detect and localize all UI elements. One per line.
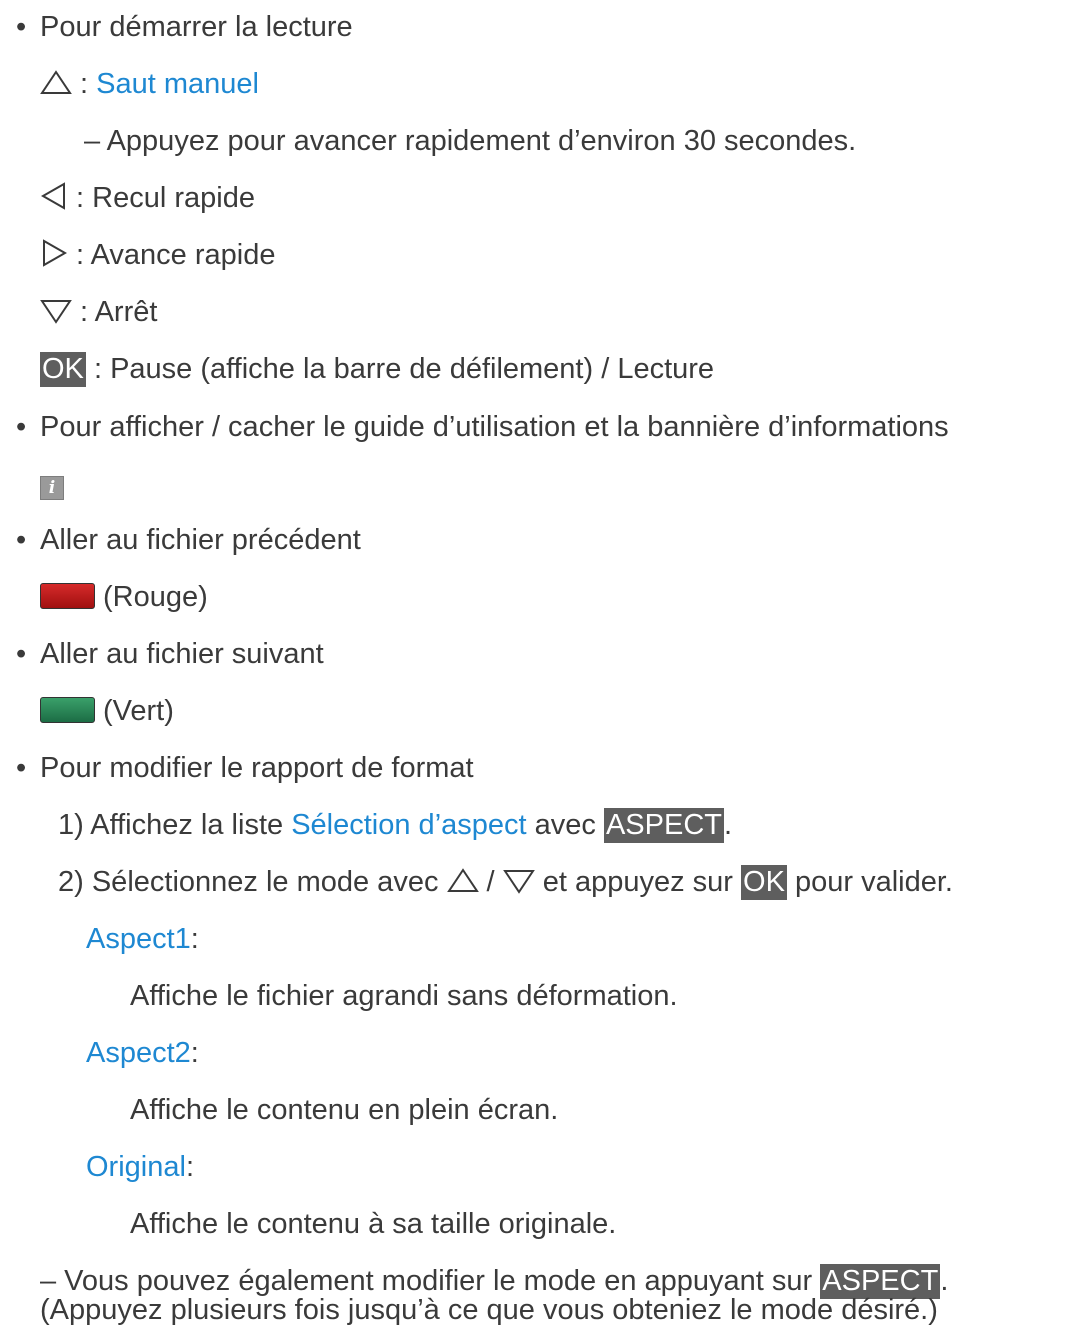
guide-heading: Pour afficher / cacher le guide d’utilis… [40,411,949,443]
aspect-heading: Pour modifier le rapport de format [40,752,474,784]
red-button-icon[interactable] [40,583,95,609]
aspect-key[interactable]: ASPECT [603,808,724,843]
up-sep: : [72,68,97,100]
down-label: : Arrêt [72,296,158,328]
right-label: : Avance rapide [68,239,276,271]
bullet: • [16,524,27,556]
selection-aspect-link[interactable]: Sélection d’aspect [291,809,526,841]
right-row: : Avance rapide [40,236,275,274]
mode-colon: : [190,1037,199,1069]
green-button-icon[interactable] [40,697,95,723]
down-arrow-icon [502,870,535,894]
mode-aspect2-link[interactable]: Aspect2 [86,1037,191,1069]
info-icon[interactable]: i [40,476,64,500]
aspect-step-1: 1) Affichez la liste Sélection d’aspect … [58,806,732,844]
step2-text: 2) Sélectionnez le mode avec [58,866,447,898]
prev-row: (Rouge) [40,578,208,616]
step2-post: pour valider. [786,866,953,898]
step1-post: . [723,809,733,841]
left-arrow-icon [40,182,65,210]
mode-colon: : [190,923,199,955]
up-arrow-icon [446,868,479,892]
left-row: : Recul rapide [40,179,255,217]
up-arrow-icon [40,70,72,94]
mode-name: Original: [86,1148,194,1186]
step1-mid: avec [526,809,604,841]
mode-name: Aspect1: [86,920,199,958]
mode-aspect1-link[interactable]: Aspect1 [86,923,191,955]
mode-name: Aspect2: [86,1034,199,1072]
saut-manuel-link[interactable]: Saut manuel [96,68,259,100]
prev-heading: Aller au fichier précédent [40,524,361,556]
bullet: • [16,11,27,43]
up-row: : Saut manuel [40,65,259,103]
down-arrow-icon [40,300,72,324]
ok-row: OK : Pause (affiche la barre de défileme… [40,350,714,388]
bullet: • [16,411,27,443]
bullet: • [16,752,27,784]
ok-key[interactable]: OK [741,865,787,900]
aspect-note-line2: (Appuyez plusieurs fois jusqu’à ce que v… [40,1294,938,1326]
next-label: (Vert) [103,695,174,727]
up-note: – Appuyez pour avancer rapidement d’envi… [84,125,857,157]
step1-text: 1) Affichez la liste [58,809,292,841]
aspect-step-2: 2) Sélectionnez le mode avec / et appuye… [58,863,953,901]
down-row: : Arrêt [40,293,157,331]
step2-slash: / [478,866,503,898]
step2-mid: et appuyez sur [534,866,742,898]
mode-description: Affiche le contenu à sa taille originale… [130,1208,617,1240]
left-label: : Recul rapide [68,182,255,214]
ok-label: : Pause (affiche la barre de défilement)… [85,353,715,385]
prev-label: (Rouge) [103,581,208,613]
mode-description: Affiche le fichier agrandi sans déformat… [130,980,678,1012]
mode-colon: : [185,1151,194,1183]
play-heading: Pour démarrer la lecture [40,11,353,43]
mode-description: Affiche le contenu en plein écran. [130,1094,559,1126]
next-row: (Vert) [40,692,174,730]
bullet: • [16,638,27,670]
mode-original-link[interactable]: Original [86,1151,186,1183]
ok-key[interactable]: OK [40,352,86,387]
note-post: . [940,1265,949,1297]
next-heading: Aller au fichier suivant [40,638,324,670]
right-arrow-icon [43,239,68,267]
